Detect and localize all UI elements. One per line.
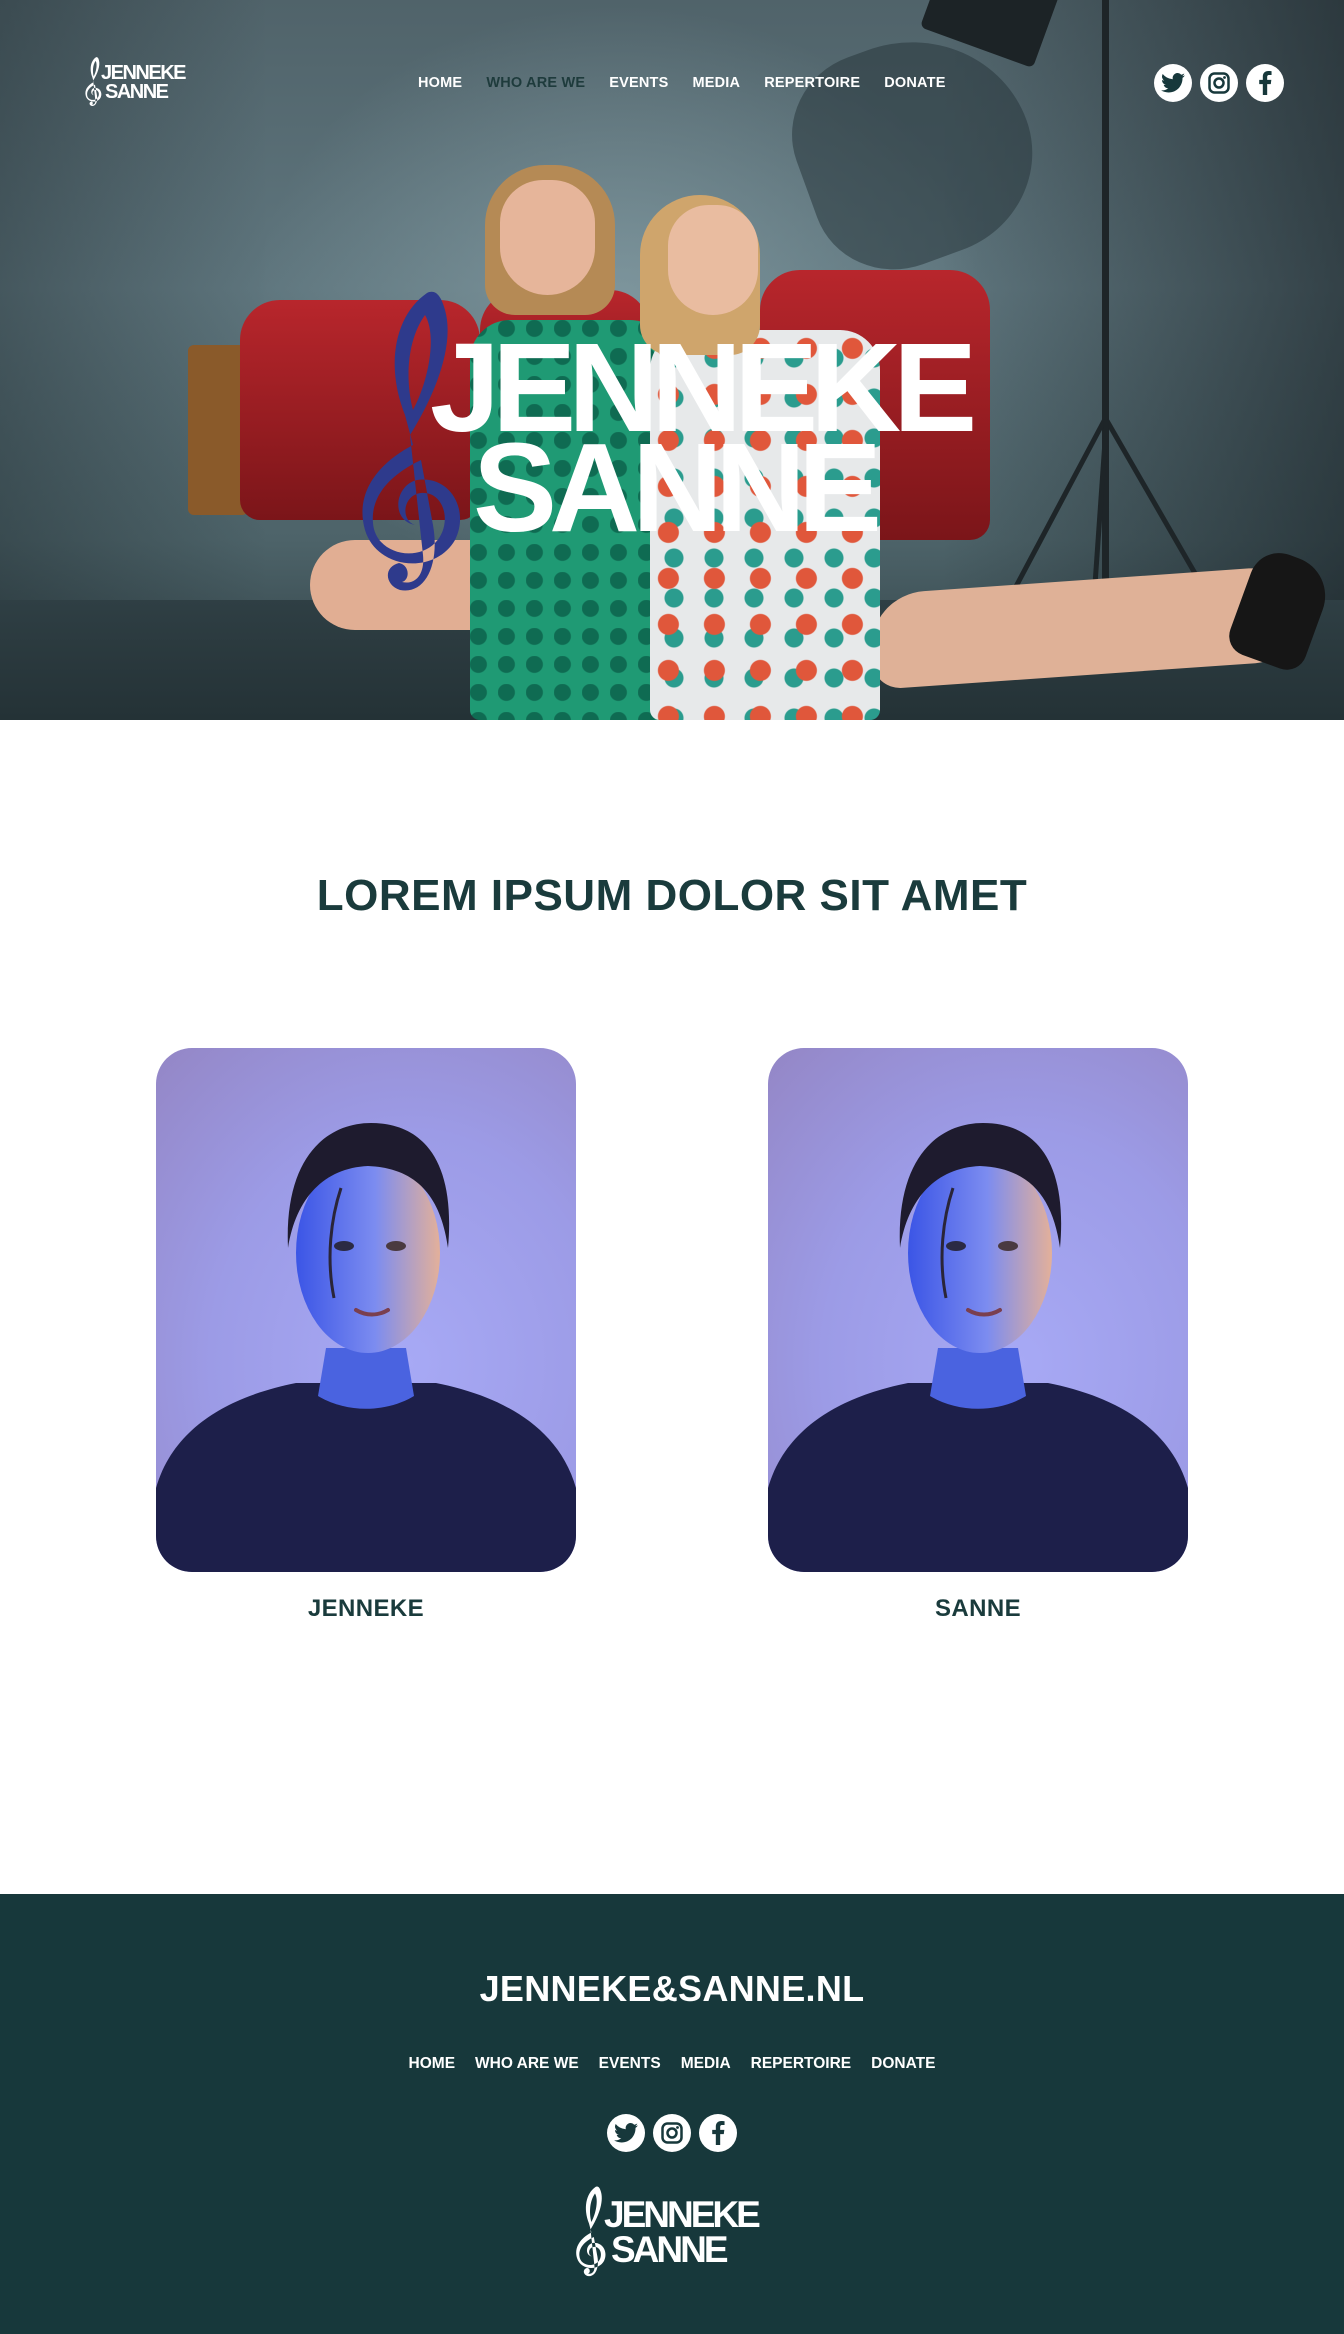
portrait-image [156, 1123, 576, 1572]
footer-link-who-are-we[interactable]: WHO ARE WE [475, 2054, 579, 2074]
footer-link-repertoire[interactable]: REPERTOIRE [751, 2054, 852, 2074]
footer-logo-line2: SANNE [611, 2229, 729, 2270]
nav-link-events[interactable]: EVENTS [609, 74, 668, 92]
site-footer: JENNEKE&SANNE.NL HOME WHO ARE WE EVENTS … [0, 1894, 1344, 2334]
nav-link-who-are-we[interactable]: WHO ARE WE [486, 74, 585, 92]
site-logo-line1: JENNEKE [101, 62, 186, 84]
section-title: LOREM IPSUM DOLOR SIT AMET [316, 871, 1028, 920]
footer-logo[interactable]: JENNEKE SANNE [574, 2184, 774, 2284]
hero-logo-line2: SANNE [473, 417, 882, 558]
footer-link-donate[interactable]: DONATE [871, 2054, 935, 2074]
footer-link-media[interactable]: MEDIA [681, 2054, 731, 2074]
twitter-icon[interactable] [607, 2114, 645, 2152]
member-name-jenneke: JENNEKE [307, 1595, 425, 1622]
person-left-face [500, 180, 595, 295]
footer-domain: JENNEKE&SANNE.NL [479, 1968, 865, 2009]
instagram-icon[interactable] [1200, 64, 1238, 102]
footer-social-links [607, 2114, 737, 2152]
footer-link-home[interactable]: HOME [409, 2054, 456, 2074]
footer-link-events[interactable]: EVENTS [599, 2054, 661, 2074]
twitter-icon[interactable] [1154, 64, 1192, 102]
facebook-icon[interactable] [699, 2114, 737, 2152]
hero-logo: JENNEKE SANNE [355, 285, 995, 615]
nav-link-donate[interactable]: DONATE [884, 74, 945, 92]
header-social-links [1154, 64, 1284, 102]
footer-logo-line1: JENNEKE [604, 2194, 761, 2235]
top-navigation: JENNEKE SANNE HOME WHO ARE WE EVENTS MED… [0, 0, 1344, 170]
instagram-icon[interactable] [653, 2114, 691, 2152]
portrait-image [768, 1123, 1188, 1572]
member-photo-jenneke [156, 1048, 576, 1572]
nav-link-home[interactable]: HOME [418, 74, 462, 92]
cinema-seat-arm [188, 345, 248, 515]
facebook-icon[interactable] [1246, 64, 1284, 102]
member-name-sanne: SANNE [934, 1595, 1021, 1622]
site-logo-line2: SANNE [105, 81, 169, 103]
nav-link-repertoire[interactable]: REPERTOIRE [764, 74, 860, 92]
main-menu: HOME WHO ARE WE EVENTS MEDIA REPERTOIRE … [418, 74, 970, 92]
member-photo-sanne [768, 1048, 1188, 1572]
footer-menu: HOME WHO ARE WE EVENTS MEDIA REPERTOIRE … [0, 2054, 1344, 2074]
site-logo[interactable]: JENNEKE SANNE [84, 56, 194, 110]
nav-link-media[interactable]: MEDIA [692, 74, 740, 92]
